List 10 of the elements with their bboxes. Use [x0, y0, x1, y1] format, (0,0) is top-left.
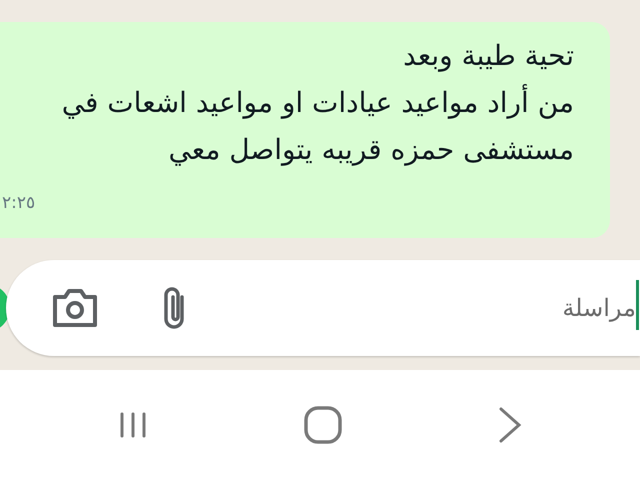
message-text: مستشفى حمزه قريبه يتواصل معي [168, 132, 574, 168]
message-time: ٢:٢٥ [2, 192, 36, 214]
message-composer[interactable]: مراسلة [6, 260, 640, 356]
camera-icon[interactable] [52, 287, 98, 329]
message-field[interactable]: مراسلة [190, 288, 636, 328]
message-text: من أراد مواعيد عيادات او مواعيد اشعات في [62, 83, 574, 121]
home-icon[interactable] [304, 406, 342, 444]
back-icon[interactable] [498, 407, 522, 443]
recent-apps-icon[interactable] [118, 410, 148, 440]
message-text: تحية طيبة وبعد [403, 38, 574, 74]
